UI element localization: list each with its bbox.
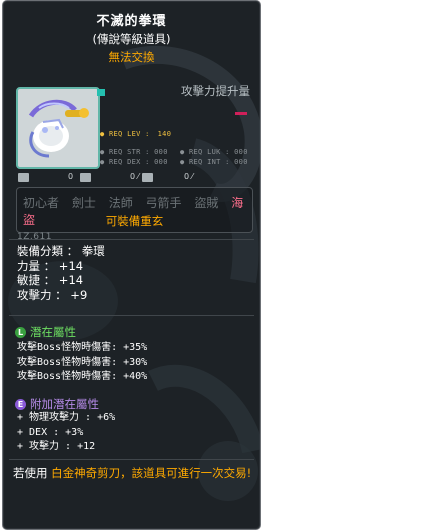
background-text: 1Z.611	[17, 232, 52, 242]
base-stats: 裝備分類 ： 拳環 力量 ： +14 敏捷 ： +14 攻擊力 ： +9	[17, 244, 105, 302]
trade-note-prefix: 若使用	[13, 466, 52, 480]
item-name: 不滅的拳環	[96, 14, 167, 29]
req-level: ● REQ LEV : 140	[100, 130, 171, 138]
item-grade: (傳說等級道具)	[92, 32, 171, 46]
trade-note-suffix: ，該道具可進行一次交易!	[120, 466, 252, 480]
req-str: ● REQ STR : 000	[100, 148, 168, 156]
class-thief: 盜賊	[194, 196, 219, 210]
item-icon-frame	[16, 87, 100, 169]
divider	[9, 459, 254, 460]
stat-str: 力量 ： +14	[17, 258, 84, 273]
potential-line: 攻擊Boss怪物時傷害: +40%	[17, 371, 148, 382]
bonus-potential-line: + DEX : +3%	[17, 426, 84, 438]
knuckle-icon	[21, 92, 95, 164]
equip-category: 裝備分類 ： 拳環	[17, 244, 105, 258]
bonus-potential-line: + 攻擊力 : +12	[17, 441, 96, 452]
potential-line: 攻擊Boss怪物時傷害: +35%	[17, 342, 148, 353]
divider	[9, 315, 254, 316]
req-int: ● REQ INT : 000	[180, 158, 248, 166]
divider	[9, 239, 254, 240]
bonus-potential-lines: + 物理攻擊力 : +6% + DEX : +3% + 攻擊力 : +12	[17, 411, 115, 455]
class-bowman: 弓箭手	[145, 196, 182, 210]
potential-header: L 潛在屬性	[15, 324, 76, 340]
potential-title: 潛在屬性	[30, 325, 76, 339]
trade-note: 若使用 白金神奇剪刀，該道具可進行一次交易!	[13, 465, 253, 481]
req-dex: ● REQ DEX : 000	[100, 158, 168, 166]
attack-increase-indicator	[235, 112, 247, 115]
upgrade-icons-row: 0 0 ⁄ 0 ⁄	[16, 171, 251, 185]
scroll-icon	[80, 173, 91, 182]
class-beginner: 初心者	[23, 196, 60, 210]
class-warrior: 劍士	[71, 196, 96, 210]
trade-status: 無法交換	[108, 50, 155, 64]
equippable-class: 可裝備重玄	[105, 214, 164, 228]
class-requirement-box: 初心者 劍士 法師 弓箭手 盜賊 海盜 可裝備重玄	[16, 187, 253, 233]
req-level-label: ● REQ LEV :	[100, 130, 150, 138]
item-tooltip: 不滅的拳環 (傳說等級道具) 無法交換 攻擊力提升量 ● REQ LEV: 1…	[2, 0, 261, 530]
hammer-icon	[18, 173, 29, 182]
stat-attack: 攻擊力 ： +9	[17, 287, 88, 302]
shield-icon	[142, 173, 153, 182]
potential-tier-marker	[97, 89, 105, 96]
trade-note-item: 白金神奇剪刀	[51, 466, 121, 480]
req-level-value: 140	[157, 130, 172, 138]
shield-count: 0 ⁄	[184, 172, 193, 181]
potential-line: 攻擊Boss怪物時傷害: +30%	[17, 356, 148, 368]
legendary-potential-icon: L	[15, 326, 26, 338]
attack-increase-label: 攻擊力提升量	[181, 84, 250, 98]
hammer-count: 0	[68, 172, 74, 181]
bonus-potential-header: E 附加潛在屬性	[15, 396, 99, 412]
bonus-potential-line: + 物理攻擊力 : +6%	[17, 412, 116, 423]
bonus-potential-title: 附加潛在屬性	[30, 397, 99, 411]
scroll-count: 0 ⁄	[130, 172, 139, 181]
class-magician: 法師	[108, 196, 133, 210]
req-luk: ● REQ LUK : 000	[180, 148, 248, 156]
potential-lines: 攻擊Boss怪物時傷害: +35% 攻擊Boss怪物時傷害: +30% 攻擊Bo…	[17, 341, 147, 385]
stat-dex: 敏捷 ： +14	[17, 273, 84, 287]
epic-bonus-potential-icon: E	[15, 398, 26, 410]
